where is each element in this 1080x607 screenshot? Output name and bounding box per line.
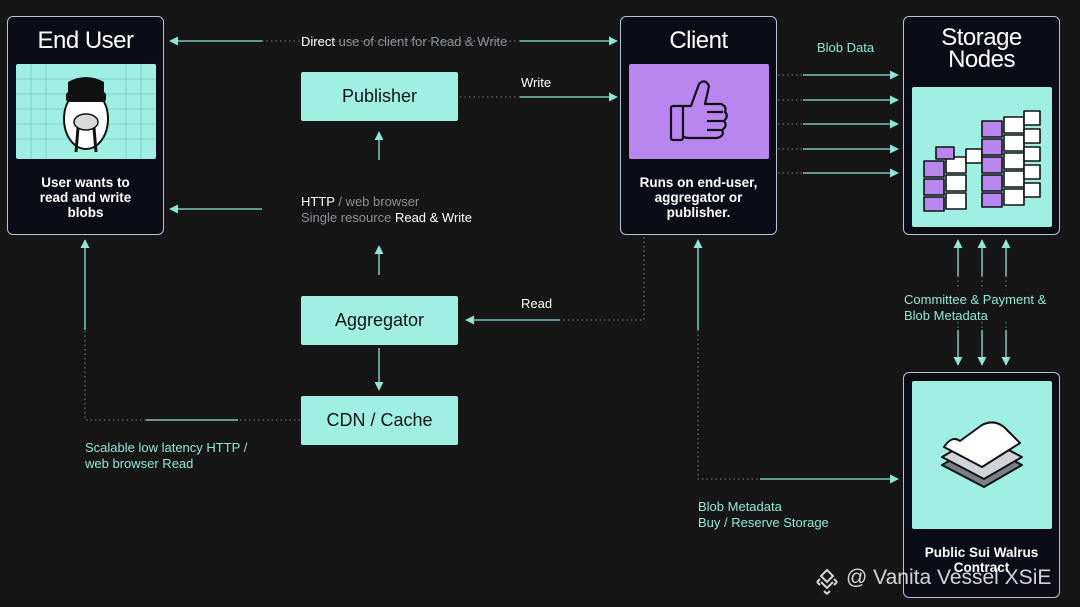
- architecture-diagram: End User User wants to read and write bl…: [0, 0, 1080, 607]
- walrus-icon: [16, 64, 156, 159]
- label-read: Read: [521, 296, 553, 311]
- publisher-node: Publisher: [301, 72, 458, 121]
- label-blob-data: Blob Data: [817, 40, 875, 55]
- client-title: Client: [669, 27, 728, 54]
- thumbs-up-icon: [669, 80, 728, 142]
- cubes-icon: [923, 110, 1041, 212]
- label-blob-metadata: Blob Metadata Buy / Reserve Storage: [698, 499, 829, 530]
- sui-contract-illustration: [912, 381, 1052, 529]
- storage-nodes-card: Storage Nodes: [903, 16, 1060, 235]
- label-committee: Committee & Payment & Blob Metadata: [904, 292, 1047, 323]
- label-scalable: Scalable low latency HTTP / web browser …: [85, 440, 248, 471]
- client-card: Client Runs on end-user, aggregator or p…: [620, 16, 777, 235]
- storage-nodes-illustration: [912, 87, 1052, 227]
- end-user-desc: User wants to read and write blobs: [39, 175, 132, 220]
- sui-contract-card: Public Sui Walrus Contract: [903, 372, 1060, 598]
- end-user-illustration: [16, 64, 156, 159]
- edge-read-dots: [560, 237, 645, 321]
- label-http: HTTP / web browser Single resource Read …: [301, 194, 473, 225]
- end-user-card: End User User wants to read and write bl…: [7, 16, 164, 235]
- label-direct: Direct use of client for Read & Write: [301, 34, 508, 49]
- watermark: @ Vanita Vessel XSiE: [846, 566, 1052, 589]
- edge-scalable-dots: [84, 330, 146, 421]
- document-stack-icon: [941, 421, 1023, 488]
- client-desc: Runs on end-user, aggregator or publishe…: [639, 175, 758, 220]
- aggregator-node: Aggregator: [301, 296, 458, 345]
- storage-nodes-title: Storage Nodes: [941, 24, 1022, 73]
- client-illustration: [629, 64, 769, 159]
- edge-blob-data: [778, 70, 899, 178]
- watermark-logo-icon: [816, 568, 838, 595]
- label-write: Write: [521, 75, 552, 90]
- end-user-title: End User: [37, 27, 134, 54]
- cdn-cache-node: CDN / Cache: [301, 396, 458, 445]
- edge-meta-dots: [697, 330, 760, 480]
